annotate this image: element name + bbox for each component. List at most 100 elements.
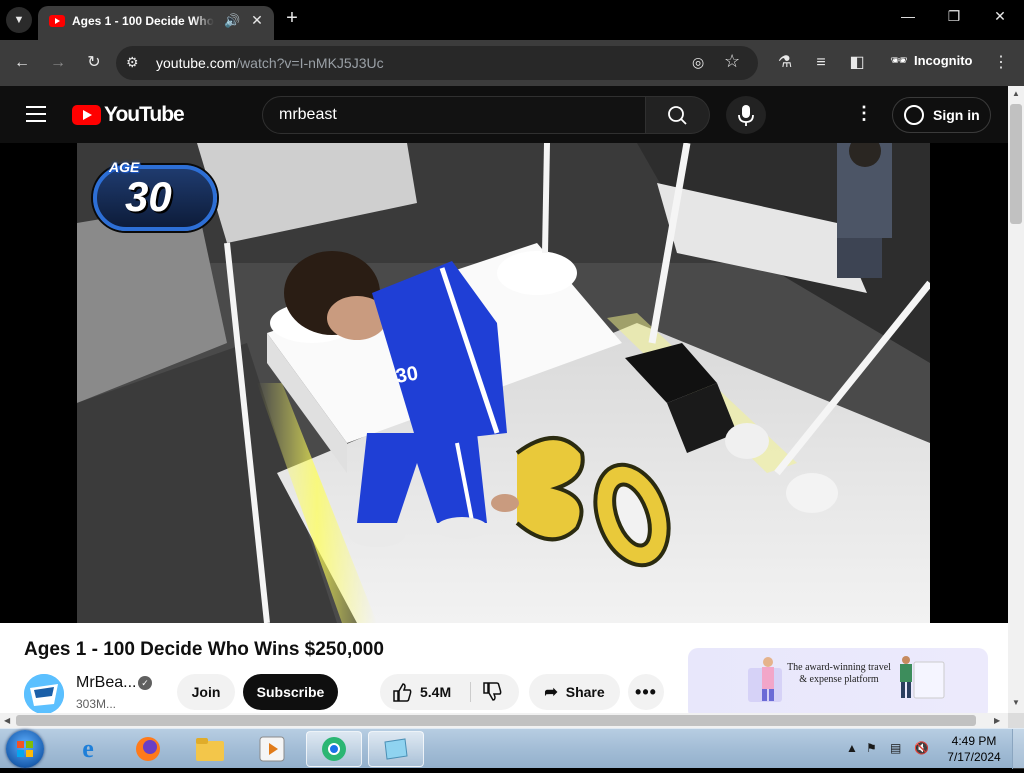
join-button[interactable]: Join (177, 674, 235, 710)
windows-taskbar: e ▲ ⚑ ▤ 🔇 4:49 PM 7/17/2024 (0, 728, 1024, 769)
eye-off-icon[interactable]: ◎ (692, 54, 704, 71)
bookmark-star-icon[interactable]: ☆ (724, 51, 740, 72)
taskbar-window[interactable] (368, 731, 424, 767)
taskbar-file-explorer[interactable] (182, 731, 238, 767)
network-icon[interactable]: ▤ (890, 741, 901, 755)
app-window-icon (384, 738, 408, 760)
share-button[interactable]: ➦ Share (529, 674, 620, 710)
active-tab[interactable]: Ages 1 - 100 Decide Who Wins $250,000 🔊 … (38, 6, 274, 40)
subscribe-button[interactable]: Subscribe (243, 674, 338, 710)
verified-check-icon: ✓ (138, 676, 152, 690)
video-details: Ages 1 - 100 Decide Who Wins $250,000 Mr… (0, 623, 1008, 713)
youtube-logo-text: YouTube (104, 103, 185, 126)
browser-toolbar: ← → ↻ ⚙ youtube.com/watch?v=I-nMKJ5J3Uc … (0, 40, 1024, 86)
youtube-header: YouTube ⋮ Sign in (0, 86, 1008, 143)
incognito-icon: 🕶 (890, 52, 908, 68)
taskbar-media-player[interactable] (244, 731, 300, 767)
tab-title: Ages 1 - 100 Decide Who Wins $250,000 (72, 14, 214, 28)
microphone-icon (738, 105, 754, 126)
subscriber-count: 303M... (76, 697, 117, 711)
taskbar-clock[interactable]: 4:49 PM 7/17/2024 (942, 733, 1006, 765)
scroll-left-icon[interactable]: ◀ (4, 716, 10, 725)
back-icon[interactable]: ← (11, 52, 33, 74)
horizontal-scrollbar[interactable]: ◀ ▶ (0, 713, 1008, 728)
video-player[interactable]: 30 AGE 30 (0, 143, 1008, 623)
like-dislike-group: 5.4M (380, 674, 519, 710)
forward-icon[interactable]: → (47, 52, 69, 74)
labs-flask-icon[interactable]: ⚗ (774, 52, 796, 74)
scrollbar-corner (1008, 713, 1024, 728)
settings-kebab-icon[interactable]: ⋮ (854, 103, 874, 127)
svg-text:30: 30 (394, 362, 420, 388)
scroll-down-icon[interactable]: ▼ (1012, 698, 1020, 707)
thumbs-down-icon (483, 682, 502, 701)
sign-in-label: Sign in (933, 107, 980, 123)
share-icon: ➦ (544, 684, 558, 701)
youtube-logo[interactable]: YouTube (72, 103, 185, 126)
more-actions-button[interactable]: ••• (628, 674, 664, 710)
new-tab-button[interactable]: + (282, 7, 302, 30)
incognito-label: Incognito (914, 53, 973, 68)
like-button[interactable]: 5.4M (380, 674, 470, 710)
search-button[interactable] (646, 96, 710, 134)
media-player-icon (259, 736, 285, 762)
like-count: 5.4M (420, 684, 452, 700)
media-controls-icon[interactable]: ≡ (810, 52, 832, 74)
url-host: youtube.com (156, 55, 237, 71)
youtube-play-icon (72, 105, 101, 125)
tab-strip: ▼ Ages 1 - 100 Decide Who Wins $250,000 … (0, 0, 1024, 40)
show-hidden-icons[interactable]: ▲ (846, 741, 858, 755)
restore-icon[interactable]: ❐ (942, 8, 966, 25)
tab-search-button[interactable]: ▼ (6, 7, 32, 33)
volume-muted-icon[interactable]: 🔇 (914, 741, 929, 755)
search-input[interactable] (279, 106, 619, 124)
show-desktop-button[interactable] (1012, 729, 1024, 769)
channel-avatar[interactable] (24, 674, 64, 713)
firefox-icon (136, 737, 160, 761)
side-panel-icon[interactable]: ◧ (846, 52, 868, 74)
thumbs-up-icon (393, 683, 412, 702)
sign-in-button[interactable]: Sign in (892, 97, 991, 133)
windows-logo-icon (17, 741, 33, 757)
site-info-icon[interactable]: ⚙ (126, 54, 139, 71)
tab-close-icon[interactable]: ✕ (248, 12, 266, 29)
share-label: Share (565, 684, 605, 700)
ad-banner[interactable]: The award-winning travel & expense platf… (688, 648, 988, 713)
voice-search-button[interactable] (726, 96, 766, 134)
more-horizontal-icon: ••• (635, 681, 657, 702)
search-box (262, 96, 646, 134)
url-text[interactable]: youtube.com/watch?v=I-nMKJ5J3Uc (156, 55, 384, 71)
mrbeast-logo-icon (24, 674, 64, 713)
window-close-icon[interactable]: ✕ (988, 8, 1012, 25)
dislike-button[interactable] (471, 674, 519, 710)
vertical-scrollbar[interactable]: ▲ ▼ (1008, 86, 1024, 713)
youtube-favicon-icon (49, 15, 65, 27)
start-button[interactable] (6, 730, 44, 768)
age-badge: AGE 30 (93, 159, 217, 231)
address-bar[interactable]: ⚙ youtube.com/watch?v=I-nMKJ5J3Uc ◎ ☆ (116, 46, 758, 80)
video-frame[interactable]: 30 AGE 30 (77, 143, 930, 623)
url-path: /watch?v=I-nMKJ5J3Uc (236, 55, 384, 71)
chevron-down-icon: ▼ (13, 14, 25, 26)
scroll-right-icon[interactable]: ▶ (994, 716, 1000, 725)
folder-icon (196, 738, 224, 761)
taskbar-firefox[interactable] (120, 731, 176, 767)
horizontal-scroll-thumb[interactable] (16, 715, 976, 726)
clock-time: 4:49 PM (951, 734, 997, 748)
vertical-scroll-thumb[interactable] (1010, 104, 1022, 224)
account-icon (904, 105, 924, 125)
video-title: Ages 1 - 100 Decide Who Wins $250,000 (24, 639, 384, 660)
age-badge-number: 30 (125, 173, 172, 220)
search-icon (668, 106, 687, 125)
reload-icon[interactable]: ↻ (83, 52, 105, 74)
chrome-menu-icon[interactable]: ⋮ (990, 52, 1012, 74)
speaker-icon[interactable]: 🔊 (224, 13, 240, 29)
scroll-up-icon[interactable]: ▲ (1012, 89, 1020, 98)
chrome-icon (322, 737, 346, 761)
minimize-icon[interactable]: — (896, 8, 920, 24)
taskbar-internet-explorer[interactable]: e (60, 731, 116, 767)
channel-name[interactable]: MrBea... (76, 674, 136, 692)
hamburger-menu-icon[interactable] (26, 106, 46, 122)
action-center-flag-icon[interactable]: ⚑ (866, 741, 877, 755)
taskbar-chrome[interactable] (306, 731, 362, 767)
